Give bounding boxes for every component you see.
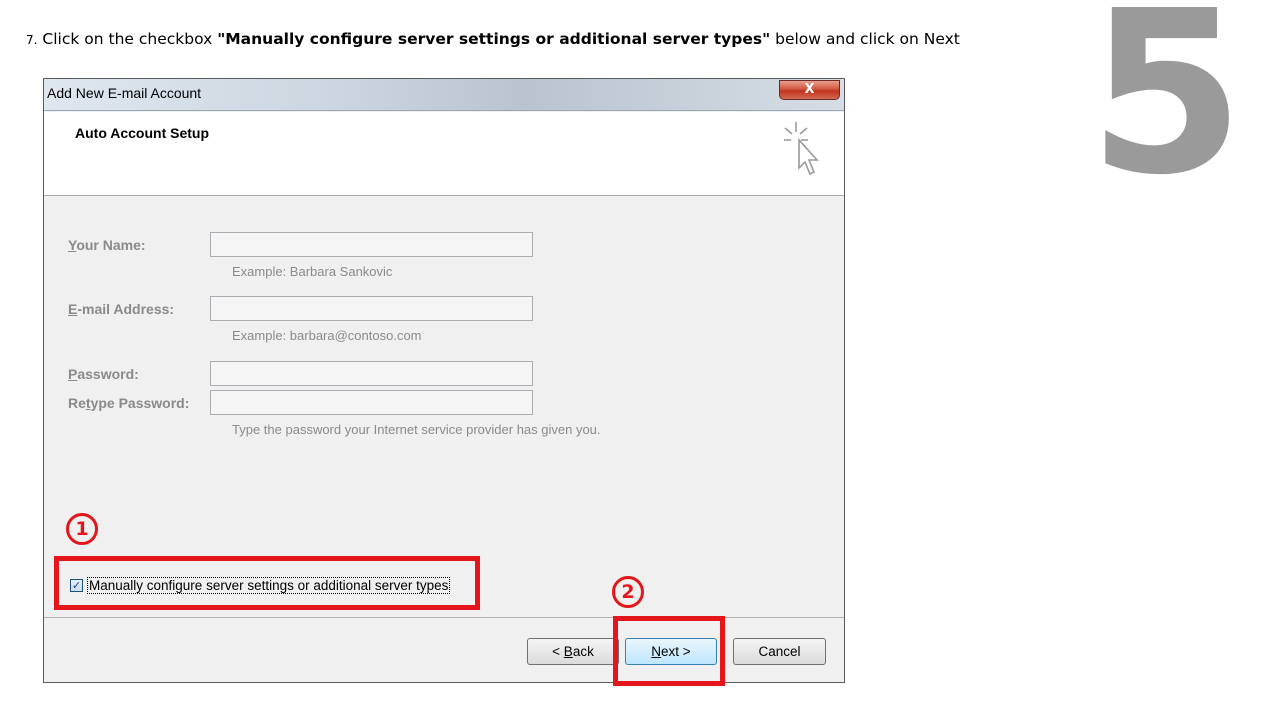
back-button[interactable]: < Back xyxy=(527,638,619,665)
annotation-marker-2: 2 xyxy=(612,576,644,608)
highlight-box-checkbox xyxy=(54,556,480,610)
dialog-title: Add New E-mail Account xyxy=(47,85,202,101)
email-field[interactable] xyxy=(210,296,533,321)
instruction-number: 7. xyxy=(26,33,38,47)
email-label: E-mail Address: xyxy=(68,301,175,317)
instruction-suffix: below and click on Next xyxy=(770,30,960,48)
header-title: Auto Account Setup xyxy=(75,125,210,141)
instruction-prefix: Click on the checkbox xyxy=(42,30,218,48)
password-hint: Type the password your Internet service … xyxy=(232,422,601,437)
password-label: Password: xyxy=(68,366,139,382)
email-hint: Example: barbara@contoso.com xyxy=(232,328,422,343)
your-name-label: Your Name: xyxy=(68,237,146,253)
retype-password-label: Retype Password: xyxy=(68,395,190,411)
your-name-hint: Example: Barbara Sankovic xyxy=(232,264,393,279)
dialog-titlebar: Add New E-mail Account X xyxy=(44,79,844,111)
step-number: 5 xyxy=(1088,0,1245,225)
dialog-content: Your Name: Example: Barbara Sankovic E-m… xyxy=(44,197,844,617)
cursor-sparkle-icon xyxy=(784,122,819,176)
instruction-bold: "Manually configure server settings or a… xyxy=(217,30,771,48)
annotation-marker-1: 1 xyxy=(66,513,98,545)
your-name-field[interactable] xyxy=(210,232,533,257)
dialog-header: Auto Account Setup xyxy=(44,112,844,196)
retype-password-field[interactable] xyxy=(210,390,533,415)
password-field[interactable] xyxy=(210,361,533,386)
instruction-text: 7. Click on the checkbox "Manually confi… xyxy=(26,30,960,48)
close-button[interactable]: X xyxy=(779,80,840,100)
highlight-box-next xyxy=(613,616,725,686)
cancel-button[interactable]: Cancel xyxy=(733,638,826,665)
